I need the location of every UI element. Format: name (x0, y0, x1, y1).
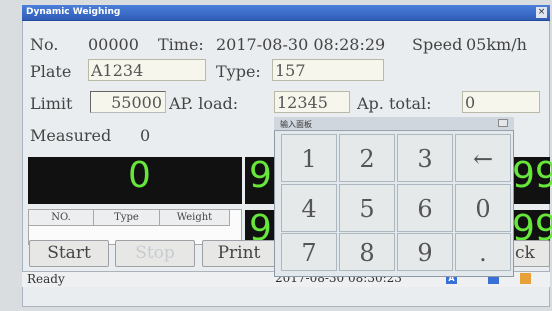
measured-value: 0 (140, 126, 151, 145)
record-number-label: No. (30, 35, 59, 54)
ap-load-label: AP. load: (169, 94, 239, 113)
key-6[interactable]: 6 (397, 184, 453, 232)
time-label: Time: (158, 35, 204, 54)
limit-label: Limit (30, 94, 73, 113)
column-header-type[interactable]: Type (94, 210, 160, 226)
stop-button[interactable]: Stop (115, 240, 195, 267)
right-display-1: 99 (510, 155, 552, 204)
ap-total-input[interactable]: 0 (462, 91, 540, 113)
key-9[interactable]: 9 (397, 233, 453, 271)
speed-label: Speed (412, 35, 463, 54)
decimal-key[interactable]: . (455, 233, 511, 271)
ap-total-label: Ap. total: (357, 94, 432, 113)
key-8[interactable]: 8 (339, 233, 395, 271)
input-panel-titlebar: 输入面板 (274, 117, 514, 131)
main-weight-value: 0 (128, 155, 151, 196)
measured-label: Measured (30, 126, 112, 145)
key-2[interactable]: 2 (339, 134, 395, 182)
right-value-1: 99 (512, 155, 552, 196)
window-title: Dynamic Weighing (26, 7, 121, 17)
speed-value: 05km/h (466, 35, 527, 54)
key-0[interactable]: 0 (455, 184, 511, 232)
main-weight-display: 0 (28, 155, 242, 204)
print-button[interactable]: Print (202, 240, 276, 267)
plate-input[interactable]: A1234 (88, 59, 206, 81)
backspace-key[interactable]: ← (455, 134, 511, 182)
ap-load-input[interactable]: 12345 (274, 91, 350, 113)
limit-input[interactable]: 55000 (90, 91, 166, 113)
secondary-digit-1: 9 (249, 155, 272, 196)
minimize-icon[interactable] (498, 119, 508, 127)
plate-label: Plate (30, 62, 72, 81)
column-header-no[interactable]: NO. (29, 210, 94, 226)
secondary-display-1: 9 (245, 155, 275, 204)
key-1[interactable]: 1 (281, 134, 337, 182)
type-label: Type: (216, 62, 261, 81)
record-number-value: 00000 (88, 35, 139, 54)
key-4[interactable]: 4 (281, 184, 337, 232)
key-7[interactable]: 7 (281, 233, 337, 271)
key-3[interactable]: 3 (397, 134, 453, 182)
title-bar: Dynamic Weighing × (22, 5, 550, 21)
start-button[interactable]: Start (29, 240, 109, 267)
column-header-weight[interactable]: Weight (160, 210, 230, 226)
input-panel-title: 输入面板 (280, 120, 312, 129)
tray-input-icon[interactable] (520, 273, 531, 284)
close-icon[interactable]: × (536, 7, 547, 18)
type-input[interactable]: 157 (272, 59, 384, 81)
back-button[interactable]: ck (512, 240, 550, 267)
time-value: 2017-08-30 08:28:29 (216, 35, 386, 54)
status-text: Ready (27, 272, 65, 286)
key-5[interactable]: 5 (339, 184, 395, 232)
